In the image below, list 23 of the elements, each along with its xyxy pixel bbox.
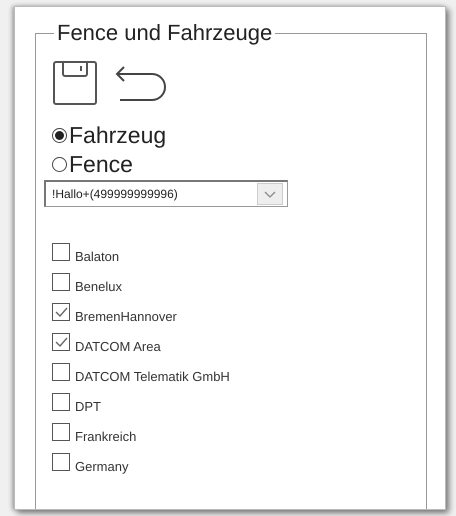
radio-option[interactable]: Fence [52,151,133,178]
checkbox-label: Frankreich [75,429,136,444]
vehicle-dropdown[interactable]: !Hallo+(499999999996) [44,180,288,207]
checkbox[interactable] [52,423,70,441]
checkbox-label: DATCOM Telematik GmbH [75,369,230,384]
checkbox[interactable] [52,393,70,411]
save-button[interactable] [52,60,98,106]
chevron-down-icon [264,190,276,198]
checkbox-label: Germany [75,459,128,474]
radio-dot[interactable] [52,157,67,172]
checkbox-label: DATCOM Area [75,339,161,354]
checkbox[interactable] [52,453,70,471]
checkbox-label: BremenHannover [75,309,177,324]
radio-dot[interactable] [52,128,67,143]
checkbox-label: Benelux [75,279,122,294]
radio-option[interactable]: Fahrzeug [52,122,166,149]
checkbox[interactable] [52,273,70,291]
checkbox[interactable] [52,303,70,321]
checkbox-label: DPT [75,399,101,414]
checkbox[interactable] [52,333,70,351]
checkbox[interactable] [52,243,70,261]
checkbox-label: Balaton [75,249,120,264]
checkbox[interactable] [52,363,70,381]
